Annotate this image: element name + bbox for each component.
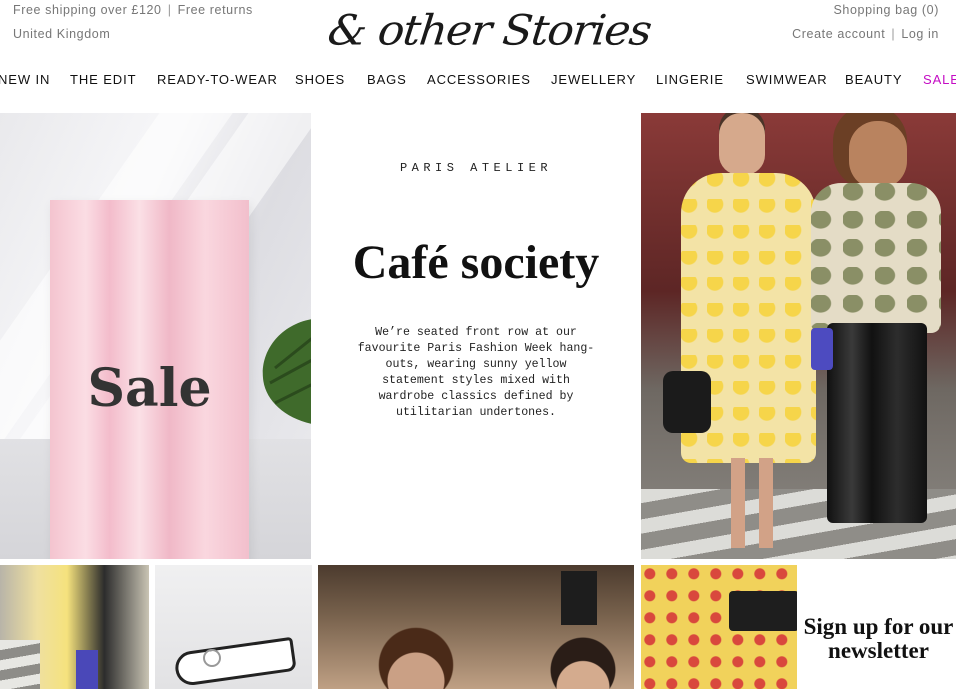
nav-item-swimwear[interactable]: SWIMWEAR (746, 72, 828, 87)
nav-item-lingerie[interactable]: LINGERIE (656, 72, 724, 87)
logo-text: & other Stories (325, 6, 653, 55)
free-returns-text: Free returns (177, 3, 253, 17)
editorial-blurb: We’re seated front row at our favourite … (357, 326, 595, 419)
cafe-sign (561, 571, 597, 625)
sale-text: Sale (87, 358, 212, 419)
newsletter-signup[interactable]: Sign up for our newsletter (801, 565, 956, 689)
editorial-headline[interactable]: Café society (311, 235, 641, 290)
model-leg (759, 458, 773, 548)
nav-item-sale[interactable]: SALE (923, 72, 956, 87)
shipping-info: Free shipping over £120 | Free returns (13, 3, 253, 17)
nav-item-new-in[interactable]: NEW IN (0, 72, 50, 87)
editorial-eyebrow: PARIS ATELIER (399, 161, 553, 175)
camo-jacket (811, 183, 941, 333)
crosswalk (0, 640, 40, 689)
nav-item-the-edit[interactable]: THE EDIT (70, 72, 136, 87)
leather-trousers (827, 323, 927, 523)
nav-item-beauty[interactable]: BEAUTY (845, 72, 902, 87)
account-links: Create account | Log in (792, 27, 939, 41)
main-nav: NEW IN THE EDIT READY-TO-WEAR SHOES BAGS… (0, 64, 956, 96)
nav-item-accessories[interactable]: ACCESSORIES (427, 72, 531, 87)
nav-item-shoes[interactable]: SHOES (295, 72, 345, 87)
brand-logo[interactable]: & other Stories (325, 4, 653, 58)
cafe-photo[interactable] (318, 565, 634, 689)
nav-item-ready-to-wear[interactable]: READY-TO-WEAR (157, 72, 278, 87)
product-tile-shoe[interactable] (155, 565, 312, 689)
plant-leaf-icon (262, 319, 311, 424)
newsletter-title[interactable]: Sign up for our newsletter (801, 615, 956, 663)
shopping-bag-link[interactable]: Shopping bag (0) (833, 3, 939, 17)
model-leg (731, 458, 745, 548)
model-head (719, 113, 765, 175)
create-account-link[interactable]: Create account (792, 27, 885, 41)
black-handbag (663, 371, 711, 433)
blue-clutch (76, 650, 98, 689)
slingback-shoe (173, 636, 297, 688)
nav-item-jewellery[interactable]: JEWELLERY (551, 72, 636, 87)
nav-item-bags[interactable]: BAGS (367, 72, 407, 87)
separator: | (891, 27, 896, 41)
model-head (849, 121, 907, 189)
editorial-block[interactable]: PARIS ATELIER Café society We’re seated … (311, 113, 641, 559)
black-bag (729, 591, 797, 631)
product-tile-floral[interactable] (641, 565, 797, 689)
header: Free shipping over £120 | Free returns U… (0, 0, 956, 64)
region-link[interactable]: United Kingdom (13, 27, 110, 41)
model-face (370, 625, 462, 689)
shoe-buckle (203, 649, 221, 667)
blue-clutch (811, 328, 833, 370)
street-style-photo[interactable] (641, 113, 956, 559)
free-shipping-text: Free shipping over £120 (13, 3, 162, 17)
separator: | (167, 3, 172, 17)
region-selector[interactable]: United Kingdom (13, 27, 110, 41)
login-link[interactable]: Log in (901, 27, 939, 41)
sale-banner[interactable]: Sale (0, 113, 311, 559)
shopping-bag[interactable]: Shopping bag (0) (833, 3, 939, 17)
product-tile-dress[interactable] (0, 565, 149, 689)
sale-card: Sale (50, 200, 249, 559)
model-face (543, 635, 623, 689)
